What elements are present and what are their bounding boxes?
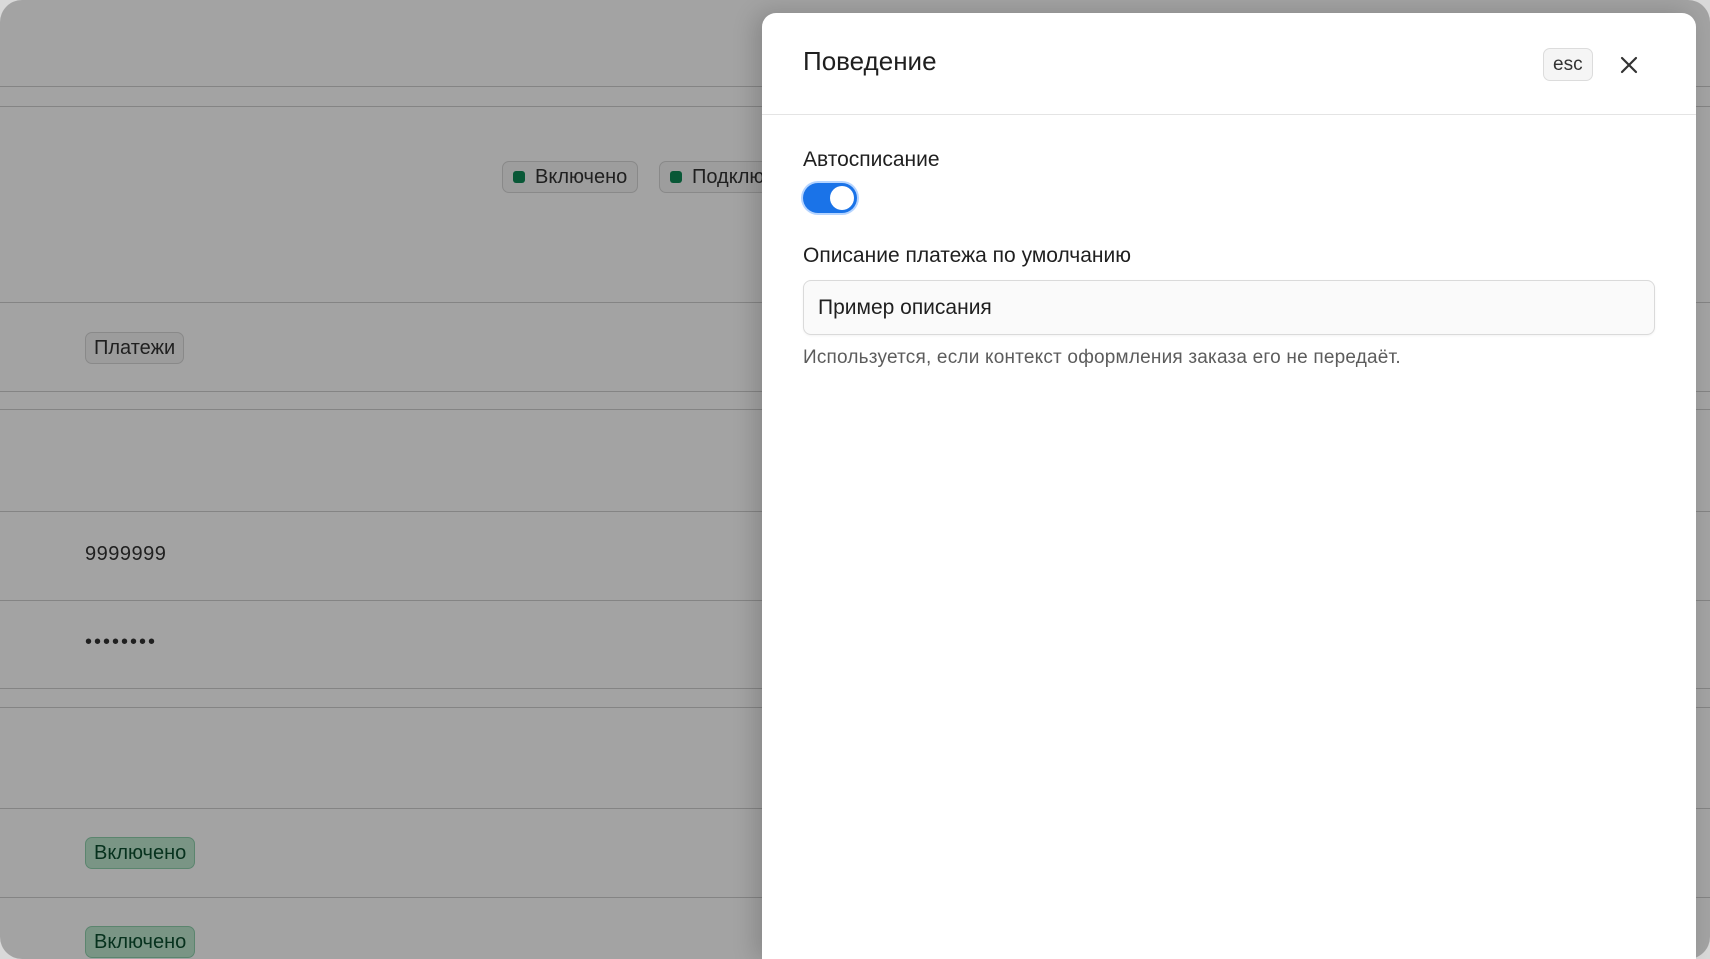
description-input[interactable] [803, 280, 1655, 335]
description-label: Описание платежа по умолчанию [803, 244, 1131, 267]
autocharge-label: Автосписание [803, 148, 940, 171]
description-hint: Используется, если контекст оформления з… [803, 347, 1401, 368]
drawer-body: Автосписание Описание платежа по умолчан… [762, 115, 1696, 369]
close-icon [1620, 56, 1638, 74]
close-button[interactable] [1614, 50, 1644, 80]
settings-drawer: Поведение esc Автосписание Описание плат… [762, 13, 1696, 959]
esc-key-hint: esc [1543, 48, 1593, 81]
toggle-knob [830, 186, 854, 210]
autocharge-toggle[interactable] [803, 183, 857, 213]
drawer-title: Поведение [803, 46, 937, 76]
drawer-header: Поведение esc [762, 13, 1696, 115]
